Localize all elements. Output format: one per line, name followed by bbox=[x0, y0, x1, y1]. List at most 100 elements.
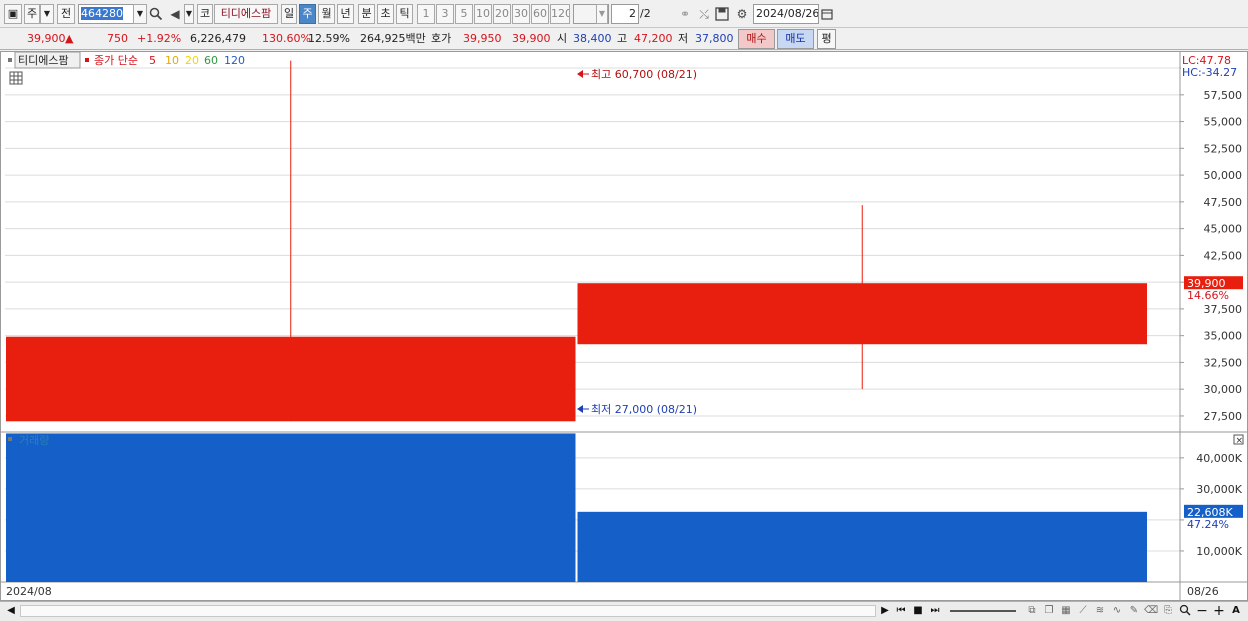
ma-period-60: 60 bbox=[204, 54, 218, 67]
legend-stock-name: 티디에스팜 bbox=[18, 54, 69, 67]
fast-forward-icon[interactable]: ⏭ bbox=[928, 604, 942, 618]
prev-button[interactable]: 전 bbox=[57, 4, 75, 24]
low-label: 저 bbox=[678, 32, 689, 45]
price-tick-label: 47,500 bbox=[1204, 196, 1243, 209]
high-price: 47,200 bbox=[634, 32, 673, 45]
period-tick-button[interactable]: 틱 bbox=[396, 4, 413, 24]
turnover-rate: 12.59% bbox=[308, 32, 350, 45]
draw-icon[interactable]: ✎ bbox=[1127, 604, 1141, 618]
chart-svg[interactable]: 27,50030,00032,50035,00037,50040,00042,5… bbox=[1, 51, 1247, 600]
evaluate-button[interactable]: 평 bbox=[817, 29, 836, 49]
copy-icon[interactable]: ⎘ bbox=[1161, 604, 1175, 618]
current-price-pct: 14.66% bbox=[1187, 289, 1229, 302]
auto-scale-icon[interactable]: A bbox=[1229, 604, 1243, 618]
volume-pane-label: 거래량 bbox=[19, 434, 49, 447]
gear-icon[interactable]: ⚙ bbox=[733, 4, 751, 24]
hc-label: HC:-34.27 bbox=[1182, 66, 1237, 79]
interval-30-button[interactable]: 30 bbox=[512, 4, 530, 24]
price-tick-label: 27,500 bbox=[1204, 410, 1243, 423]
bid-label: 호가 bbox=[431, 32, 452, 45]
period-day-button[interactable]: 일 bbox=[281, 4, 297, 24]
price-tick-label: 45,000 bbox=[1204, 223, 1243, 236]
zoom-out-icon[interactable]: − bbox=[1195, 604, 1209, 618]
stock-code-value: 464280 bbox=[81, 7, 123, 20]
date-input[interactable]: 2024/08/26 bbox=[753, 4, 819, 24]
price-tick-label: 37,500 bbox=[1204, 303, 1243, 316]
chart-area[interactable]: 27,50030,00032,50035,00037,50040,00042,5… bbox=[0, 51, 1248, 601]
cursor-tool-icon[interactable]: ⤯ bbox=[695, 4, 713, 24]
layout-icon[interactable]: ⧉ bbox=[1025, 604, 1039, 618]
zoom-in-icon[interactable]: + bbox=[1212, 604, 1226, 618]
interval-dropdown-icon[interactable]: ▼ bbox=[596, 4, 608, 24]
save-icon[interactable] bbox=[713, 4, 731, 24]
current-price: 39,900 bbox=[27, 32, 66, 45]
volume-ratio: 130.60% bbox=[262, 32, 311, 45]
table-icon[interactable] bbox=[9, 71, 23, 85]
fibo-icon[interactable]: ≋ bbox=[1093, 604, 1107, 618]
x-axis-start-label: 2024/08 bbox=[6, 585, 52, 598]
eraser-icon[interactable]: ⌫ bbox=[1144, 604, 1158, 618]
interval-10-button[interactable]: 10 bbox=[474, 4, 492, 24]
code-dropdown-icon[interactable]: ▼ bbox=[133, 4, 147, 24]
stop-icon[interactable]: ■ bbox=[911, 604, 925, 618]
price-tick-label: 57,500 bbox=[1204, 89, 1243, 102]
period-type-select[interactable]: 주 bbox=[24, 4, 40, 24]
candle-body[interactable] bbox=[577, 283, 1148, 345]
window-menu-icon[interactable]: ▣ bbox=[4, 4, 22, 24]
interval-20-button[interactable]: 20 bbox=[493, 4, 511, 24]
volume-bar[interactable] bbox=[577, 511, 1148, 582]
close-pane-glyph: × bbox=[1236, 436, 1244, 446]
ma-period-10: 10 bbox=[165, 54, 179, 67]
code-button[interactable]: 코 bbox=[197, 4, 213, 24]
chart-scrollbar[interactable]: ◀ ▶ ⏮ ■ ⏭ ⧉ ❐ ▦ ⟋ ≋ ∿ ✎ ⌫ ⎘ − + A bbox=[0, 601, 1248, 621]
compare-icon[interactable]: ⚭ bbox=[676, 4, 694, 24]
interval-5-button[interactable]: 5 bbox=[455, 4, 473, 24]
scroll-right-icon[interactable]: ▶ bbox=[878, 604, 892, 618]
volume-tick-label: 30,000K bbox=[1196, 483, 1242, 496]
price-tick-label: 35,000 bbox=[1204, 330, 1243, 343]
wave-icon[interactable]: ∿ bbox=[1110, 604, 1124, 618]
price-tick-label: 32,500 bbox=[1204, 356, 1243, 369]
period-second-button[interactable]: 초 bbox=[377, 4, 394, 24]
price-change: 750 bbox=[107, 32, 128, 45]
ma-period-5: 5 bbox=[149, 54, 156, 67]
sell-button[interactable]: 매도 bbox=[777, 29, 814, 49]
calendar-icon[interactable] bbox=[818, 4, 836, 24]
scroll-left-icon[interactable]: ◀ bbox=[4, 604, 18, 618]
zoom-icon[interactable] bbox=[1178, 604, 1192, 618]
interval-3-button[interactable]: 3 bbox=[436, 4, 454, 24]
current-volume-pct: 47.24% bbox=[1187, 518, 1229, 531]
period-week-button[interactable]: 주 bbox=[299, 4, 316, 24]
scroll-track[interactable] bbox=[20, 605, 876, 617]
period-year-button[interactable]: 년 bbox=[337, 4, 354, 24]
bid-price: 39,950 bbox=[463, 32, 502, 45]
interval-1-button[interactable]: 1 bbox=[417, 4, 435, 24]
volume-tick-label: 40,000K bbox=[1196, 452, 1242, 465]
candle-body[interactable] bbox=[6, 336, 576, 422]
stock-code-input[interactable]: 464280 bbox=[78, 4, 134, 24]
ma-bullet-icon bbox=[85, 58, 89, 62]
price-y-ticks: 27,50030,00032,50035,00037,50040,00042,5… bbox=[1180, 62, 1242, 423]
interval-60-button[interactable]: 60 bbox=[531, 4, 549, 24]
chevron-down-icon[interactable]: ▼ bbox=[40, 4, 54, 24]
period-month-button[interactable]: 월 bbox=[318, 4, 335, 24]
price-tick-label: 30,000 bbox=[1204, 383, 1243, 396]
zoom-slider[interactable] bbox=[950, 610, 1016, 612]
price-tick-label: 55,000 bbox=[1204, 116, 1243, 129]
rewind-icon[interactable]: ⏮ bbox=[894, 604, 908, 618]
volume-bars bbox=[6, 433, 1147, 582]
window-icon[interactable]: ❐ bbox=[1042, 604, 1056, 618]
buy-button[interactable]: 매수 bbox=[738, 29, 775, 49]
trendline-icon[interactable]: ⟋ bbox=[1076, 604, 1090, 618]
page-input[interactable]: 2 bbox=[611, 4, 639, 24]
low-price: 37,800 bbox=[695, 32, 734, 45]
volume-bar[interactable] bbox=[6, 433, 576, 582]
stock-name-label[interactable]: 티디에스팜 bbox=[214, 4, 278, 24]
grid-icon[interactable]: ▦ bbox=[1059, 604, 1073, 618]
legend-bullet-icon bbox=[8, 58, 12, 62]
interval-120-button[interactable]: 120 bbox=[550, 4, 570, 24]
speaker-icon[interactable]: ◀ bbox=[166, 4, 184, 24]
search-icon[interactable] bbox=[147, 4, 165, 24]
period-minute-button[interactable]: 분 bbox=[358, 4, 375, 24]
speaker-dropdown-icon[interactable]: ▼ bbox=[184, 4, 194, 24]
